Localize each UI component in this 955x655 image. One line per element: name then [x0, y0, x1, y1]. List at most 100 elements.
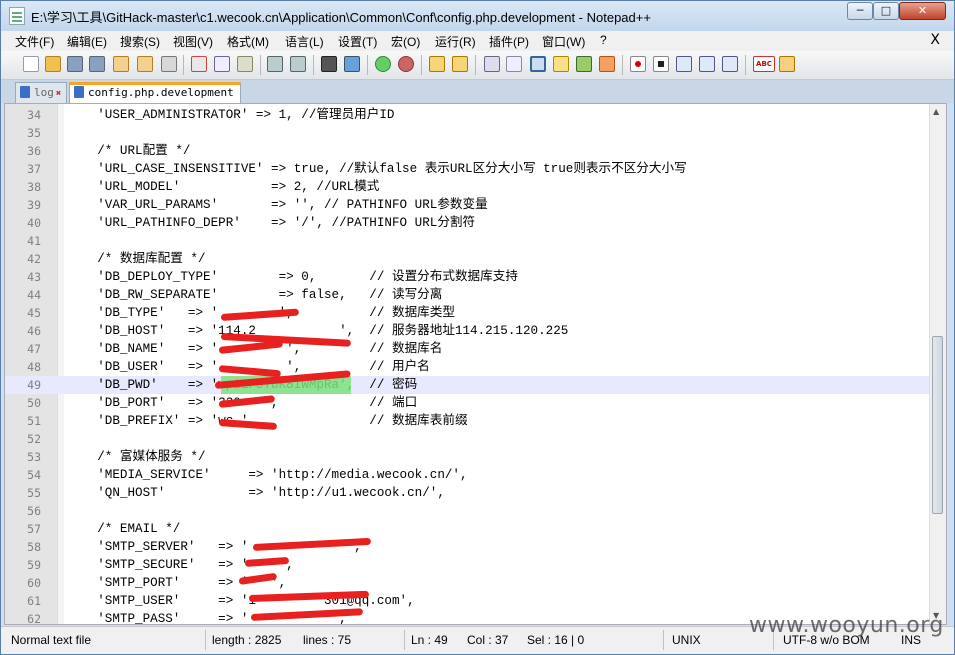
code-line[interactable]: 47 'DB_NAME' => ' ', // 数据库名	[5, 340, 931, 358]
play-macro-icon[interactable]	[676, 56, 692, 72]
line-number: 52	[27, 432, 41, 446]
cut-icon[interactable]	[191, 56, 207, 72]
code-text[interactable]: 'DB_DEPLOY_TYPE' => 0, // 设置分布式数据库支持	[67, 268, 518, 286]
title-bar[interactable]: E:\学习\工具\GitHack-master\c1.wecook.cn\App…	[1, 1, 954, 31]
code-line[interactable]: 57 /* EMAIL */	[5, 520, 931, 538]
stop-macro-icon[interactable]	[653, 56, 669, 72]
code-text[interactable]: 'URL_CASE_INSENSITIVE' => true, //默认fals…	[67, 160, 686, 178]
code-line[interactable]: 44 'DB_RW_SEPARATE' => false, // 读写分离	[5, 286, 931, 304]
menu-format[interactable]: 格式(M)	[227, 33, 269, 50]
code-line[interactable]: 52	[5, 430, 931, 448]
menu-plugins[interactable]: 插件(P)	[489, 33, 529, 50]
tab-config-development[interactable]: config.php.development	[69, 82, 241, 103]
show-all-chars-icon[interactable]	[506, 56, 522, 72]
menu-language[interactable]: 语言(L)	[285, 33, 324, 50]
zoom-out-icon[interactable]	[398, 56, 414, 72]
code-line[interactable]: 50 'DB_PORT' => '330 ', // 端口	[5, 394, 931, 412]
code-text[interactable]: 'MEDIA_SERVICE' => 'http://media.wecook.…	[67, 466, 467, 484]
code-editor[interactable]: 34 'USER_ADMINISTRATOR' => 1, //管理员用户ID 3…	[4, 103, 947, 625]
code-line[interactable]: 42 /* 数据库配置 */	[5, 250, 931, 268]
code-line[interactable]: 54 'MEDIA_SERVICE' => 'http://media.weco…	[5, 466, 931, 484]
code-text[interactable]: 'USER_ADMINISTRATOR' => 1, //管理员用户ID	[67, 106, 394, 124]
close-file-icon[interactable]	[113, 56, 129, 72]
copy-icon[interactable]	[214, 56, 230, 72]
menu-macro[interactable]: 宏(O)	[391, 33, 420, 50]
tab-log[interactable]: log ✖	[15, 82, 67, 103]
code-line[interactable]: 48 'DB_USER' => ' ', // 用户名	[5, 358, 931, 376]
menu-settings[interactable]: 设置(T)	[338, 33, 377, 50]
menu-window[interactable]: 窗口(W)	[542, 33, 585, 50]
print-icon[interactable]	[161, 56, 177, 72]
line-number: 57	[27, 522, 41, 536]
menu-help[interactable]: ?	[600, 33, 607, 47]
code-line[interactable]: 39 'VAR_URL_PARAMS' => '', // PATHINFO U…	[5, 196, 931, 214]
code-text[interactable]: 'QN_HOST' => 'http://u1.wecook.cn/',	[67, 484, 445, 502]
code-text[interactable]: 'VAR_URL_PARAMS' => '', // PATHINFO URL参…	[67, 196, 487, 214]
menu-view[interactable]: 视图(V)	[173, 33, 213, 50]
code-line[interactable]: 53 /* 富媒体服务 */	[5, 448, 931, 466]
menu-search[interactable]: 搜索(S)	[120, 33, 160, 50]
code-line[interactable]: 43 'DB_DEPLOY_TYPE' => 0, // 设置分布式数据库支持	[5, 268, 931, 286]
code-line[interactable]: 58 'SMTP_SERVER' => ' ',	[5, 538, 931, 556]
notepad-app-icon[interactable]	[9, 7, 25, 25]
code-line[interactable]: 45 'DB_TYPE' => ' ', // 数据库类型	[5, 304, 931, 322]
menu-edit[interactable]: 编辑(E)	[67, 33, 107, 50]
redo-icon[interactable]	[290, 56, 306, 72]
record-macro-icon[interactable]	[630, 56, 646, 72]
word-wrap-icon[interactable]	[484, 56, 500, 72]
minimize-button[interactable]: ─	[847, 2, 873, 20]
tab-close-icon[interactable]: ✖	[56, 85, 61, 103]
undo-icon[interactable]	[267, 56, 283, 72]
code-line[interactable]: 56	[5, 502, 931, 520]
doc-map-icon[interactable]	[576, 56, 592, 72]
code-line[interactable]: 55 'QN_HOST' => 'http://u1.wecook.cn/',	[5, 484, 931, 502]
code-text[interactable]: 'URL_MODEL' => 2, //URL模式	[67, 178, 379, 196]
code-text[interactable]: /* URL配置 */	[67, 142, 190, 160]
maximize-button[interactable]: □	[873, 2, 899, 20]
scroll-up-arrow[interactable]: ▲	[933, 107, 939, 116]
spell-check-icon[interactable]: ABC	[753, 56, 775, 72]
vertical-scrollbar[interactable]: ▲ ▼	[929, 104, 946, 624]
close-document-x[interactable]: X	[930, 32, 940, 48]
code-text[interactable]: 'DB_RW_SEPARATE' => false, // 读写分离	[67, 286, 442, 304]
code-line[interactable]: 37 'URL_CASE_INSENSITIVE' => true, //默认f…	[5, 160, 931, 178]
zoom-in-icon[interactable]	[375, 56, 391, 72]
indent-guide-icon[interactable]	[530, 56, 546, 72]
scrollbar-thumb[interactable]	[932, 336, 943, 514]
code-line[interactable]: 60 'SMTP_PORT' => ' ',	[5, 574, 931, 592]
paste-icon[interactable]	[237, 56, 253, 72]
plugin-icon[interactable]	[779, 56, 795, 72]
code-line[interactable]: 38 'URL_MODEL' => 2, //URL模式	[5, 178, 931, 196]
function-list-icon[interactable]	[599, 56, 615, 72]
file-icon	[74, 86, 84, 98]
code-line[interactable]: 49 'DB_PWD' => 'wpiZF5YbK8IWMpRa', // 密码	[5, 376, 931, 394]
code-line[interactable]: 51 'DB_PREFIX' => 'wc_', // 数据库表前缀	[5, 412, 931, 430]
code-line[interactable]: 34 'USER_ADMINISTRATOR' => 1, //管理员用户ID	[5, 106, 931, 124]
save-all-icon[interactable]	[89, 56, 105, 72]
code-line[interactable]: 35	[5, 124, 931, 142]
code-line[interactable]: 36 /* URL配置 */	[5, 142, 931, 160]
menu-file[interactable]: 文件(F)	[15, 33, 54, 50]
find-icon[interactable]	[321, 56, 337, 72]
code-line[interactable]: 46 'DB_HOST' => '114.2 ', // 服务器地址114.21…	[5, 322, 931, 340]
code-text[interactable]: 'URL_PATHINFO_DEPR' => '/', //PATHINFO U…	[67, 214, 475, 232]
code-line[interactable]: 61 'SMTP_USER' => '1 301@qq.com',	[5, 592, 931, 610]
replace-icon[interactable]	[344, 56, 360, 72]
code-line[interactable]: 41	[5, 232, 931, 250]
run-macro-multiple-icon[interactable]	[699, 56, 715, 72]
close-window-button[interactable]: ✕	[899, 2, 946, 20]
new-file-icon[interactable]	[23, 56, 39, 72]
save-icon[interactable]	[67, 56, 83, 72]
sync-horizontal-icon[interactable]	[452, 56, 468, 72]
code-line[interactable]: 59 'SMTP_SECURE' => ' ',	[5, 556, 931, 574]
code-text[interactable]: /* 数据库配置 */	[67, 250, 205, 268]
close-all-icon[interactable]	[137, 56, 153, 72]
user-language-icon[interactable]	[553, 56, 569, 72]
open-file-icon[interactable]	[45, 56, 61, 72]
code-text[interactable]: /* EMAIL */	[67, 520, 180, 538]
sync-vertical-icon[interactable]	[429, 56, 445, 72]
code-line[interactable]: 40 'URL_PATHINFO_DEPR' => '/', //PATHINF…	[5, 214, 931, 232]
code-text[interactable]: /* 富媒体服务 */	[67, 448, 205, 466]
menu-run[interactable]: 运行(R)	[435, 33, 476, 50]
save-macro-icon[interactable]	[722, 56, 738, 72]
